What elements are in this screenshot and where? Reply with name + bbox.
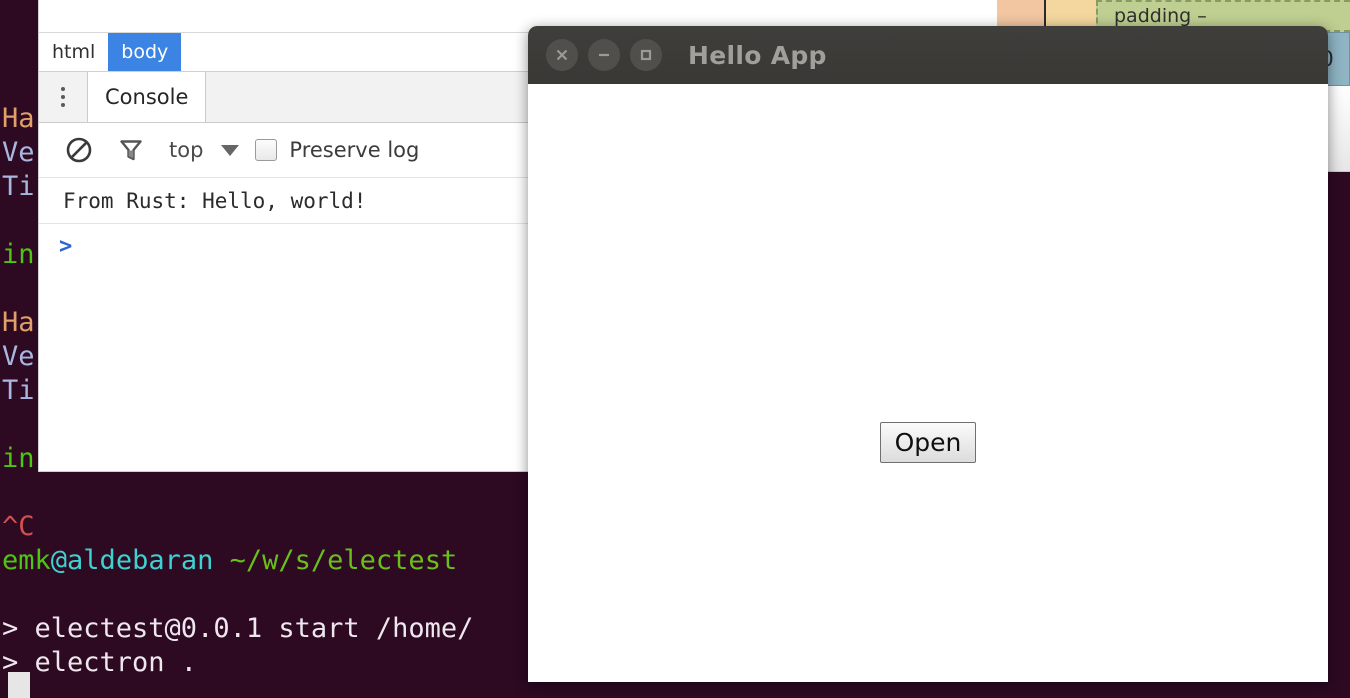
app-window-title: Hello App — [688, 40, 827, 70]
terminal-text: in — [2, 239, 35, 270]
console-context-selector[interactable]: top — [157, 138, 213, 162]
preserve-log-label: Preserve log — [289, 138, 420, 162]
terminal-text: Ti — [2, 171, 35, 202]
maximize-icon[interactable] — [630, 39, 662, 71]
tab-console[interactable]: Console — [87, 72, 207, 122]
terminal-text: Ve — [2, 137, 35, 168]
app-titlebar[interactable]: Hello App — [528, 26, 1328, 84]
console-context-label: top — [169, 138, 204, 162]
more-vertical-icon[interactable] — [39, 72, 87, 122]
screen-root: Ha Ve Ti in Ha Ve Ti in ^C emk@aldebaran ~/w/s/el… — [0, 0, 1350, 698]
terminal-text: > electest@0.0.1 start /home/ — [2, 613, 474, 644]
kebab-dot — [61, 95, 65, 99]
terminal-text: emk — [2, 545, 51, 576]
terminal-cursor — [8, 672, 30, 698]
kebab-dot — [61, 103, 65, 107]
terminal-text: @ — [50, 545, 68, 576]
terminal-text: > electron . — [2, 647, 198, 678]
minimize-icon[interactable] — [588, 39, 620, 71]
app-content-area: Open — [528, 84, 1328, 682]
terminal-text: aldebaran — [67, 545, 214, 576]
terminal-text: ^C — [2, 511, 35, 542]
terminal-text: ~/w/s/electest — [229, 545, 458, 576]
clear-console-icon[interactable] — [53, 130, 105, 170]
preserve-log-checkbox[interactable] — [255, 139, 278, 161]
breadcrumb-label: body — [121, 41, 169, 63]
breadcrumb-item-html[interactable]: html — [39, 33, 108, 71]
terminal-text: in — [2, 443, 35, 474]
kebab-dot — [61, 87, 65, 91]
console-message-text: From Rust: Hello, world! — [63, 188, 367, 213]
box-model-padding-label: padding – — [1114, 5, 1207, 27]
open-button[interactable]: Open — [880, 422, 976, 463]
terminal-text: Ve — [2, 341, 35, 372]
tab-label: Console — [105, 85, 189, 109]
open-button-label: Open — [894, 428, 962, 457]
hello-app-window: Hello App Open — [528, 26, 1328, 682]
close-icon[interactable] — [546, 39, 578, 71]
breadcrumb-label: html — [52, 41, 96, 63]
breadcrumb-item-body[interactable]: body — [108, 33, 182, 71]
terminal-text: Ti — [2, 375, 35, 406]
terminal-text: Ha — [2, 307, 35, 338]
chevron-down-icon[interactable] — [221, 144, 240, 156]
filter-funnel-icon[interactable] — [105, 130, 157, 170]
console-prompt-icon: > — [59, 233, 73, 259]
terminal-text: Ha — [2, 103, 35, 134]
